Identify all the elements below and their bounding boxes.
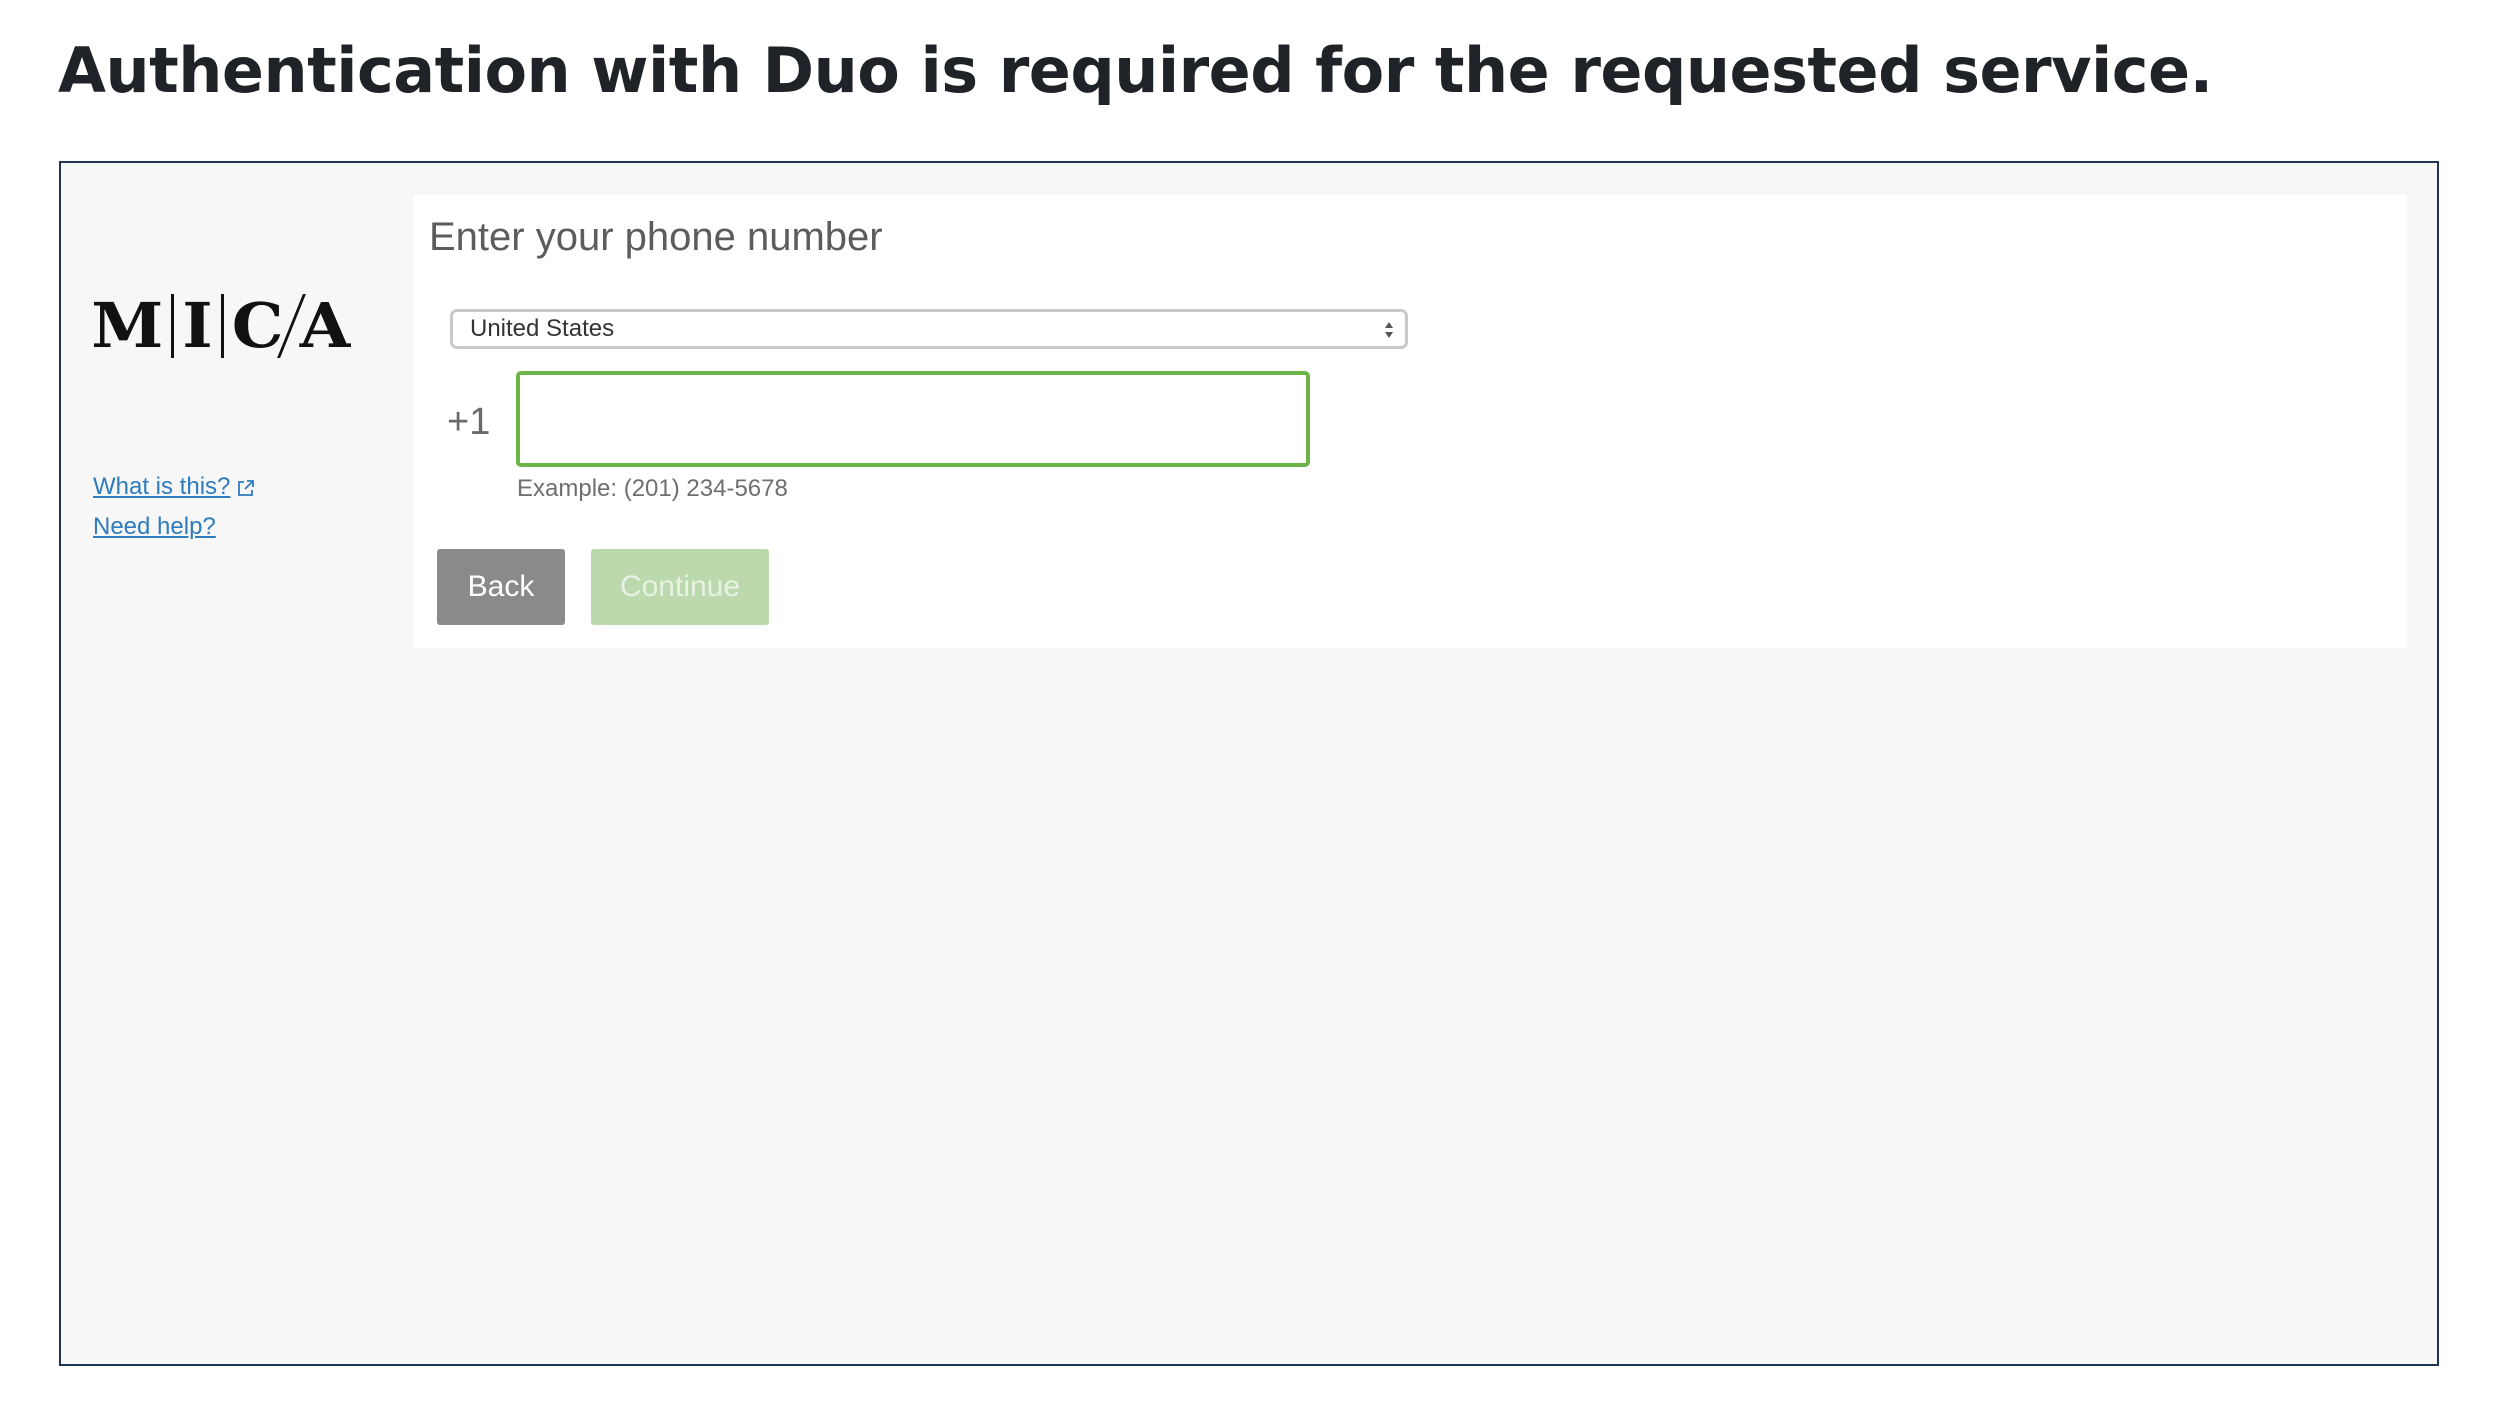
duo-frame: M I C A What is this? Need help? Enter y… xyxy=(59,161,2439,1366)
logo-letter-a: A xyxy=(299,289,351,362)
logo-divider xyxy=(170,294,174,358)
what-is-this-link[interactable]: What is this? xyxy=(93,467,256,507)
logo-divider xyxy=(220,294,224,358)
country-select-value: United States xyxy=(470,315,615,342)
card-heading: Enter your phone number xyxy=(429,215,883,259)
phone-entry-card: Enter your phone number United States +1… xyxy=(413,195,2407,648)
page-title: Authentication with Duo is required for … xyxy=(58,34,2213,107)
logo-letter-m: M xyxy=(91,289,164,362)
external-link-icon xyxy=(238,479,255,496)
page: Authentication with Duo is required for … xyxy=(0,0,2494,1412)
dial-code: +1 xyxy=(447,401,491,443)
mica-logo: M I C A xyxy=(91,289,351,362)
continue-button[interactable]: Continue xyxy=(591,549,769,625)
logo-letter-c: C xyxy=(231,289,284,362)
logo-letter-i: I xyxy=(181,289,213,362)
what-is-this-label: What is this? xyxy=(93,473,231,500)
phone-example-hint: Example: (201) 234-5678 xyxy=(517,475,788,502)
select-arrows-icon xyxy=(1385,322,1393,338)
help-links: What is this? Need help? xyxy=(93,467,256,547)
phone-number-input[interactable] xyxy=(516,371,1310,467)
back-button[interactable]: Back xyxy=(437,549,565,625)
country-select[interactable]: United States xyxy=(450,309,1408,349)
need-help-link[interactable]: Need help? xyxy=(93,507,256,547)
sidebar: M I C A What is this? Need help? xyxy=(91,163,423,1364)
